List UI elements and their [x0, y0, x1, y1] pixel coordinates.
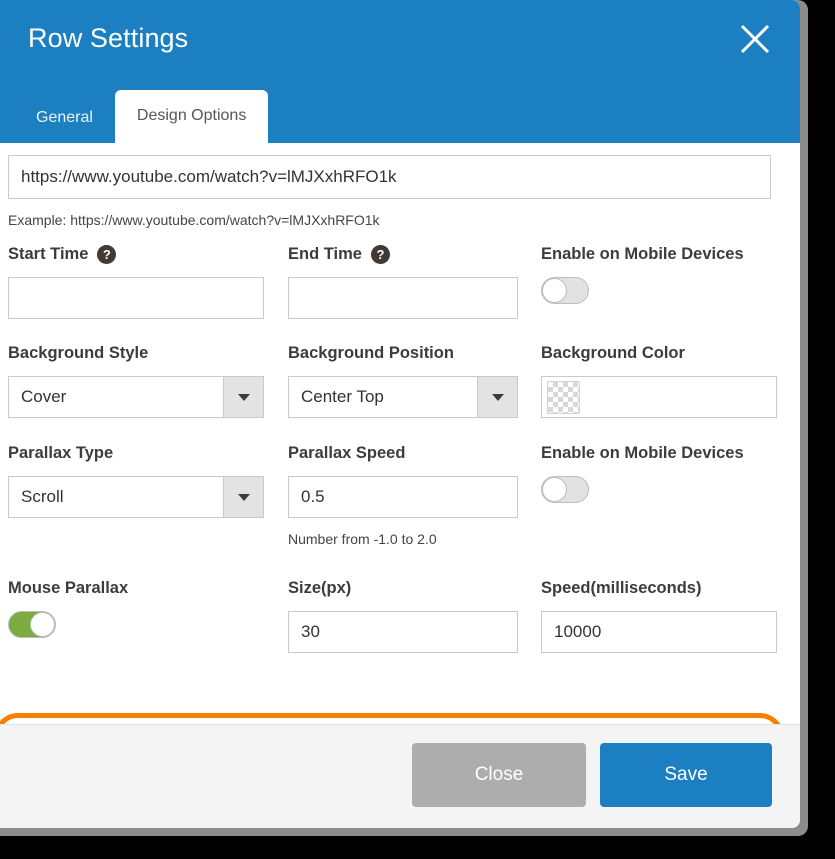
close-button[interactable]: Close [412, 743, 586, 807]
toggle-knob [542, 278, 567, 303]
save-button[interactable]: Save [600, 743, 772, 807]
chevron-down-icon [223, 477, 263, 517]
background-position-group: Background Position Center Top [288, 344, 518, 418]
mouse-parallax-speed-input[interactable] [541, 611, 777, 653]
mouse-parallax-size-input[interactable] [288, 611, 518, 653]
mouse-parallax-toggle[interactable] [8, 611, 56, 638]
row-settings-modal: Row Settings General Design Options Exam… [0, 0, 800, 828]
background-style-select[interactable]: Cover [8, 376, 264, 418]
parallax-type-label: Parallax Type [8, 444, 114, 462]
enable-mobile-parallax-toggle[interactable] [541, 476, 589, 503]
background-style-value: Cover [21, 387, 67, 406]
question-mark-icon[interactable]: ? [97, 245, 117, 264]
mouse-parallax-group: Mouse Parallax [8, 579, 264, 638]
start-time-group: Start Time ? [8, 245, 264, 319]
modal-header: Row Settings General Design Options [0, 0, 800, 143]
end-time-input[interactable] [288, 277, 518, 319]
chevron-down-icon [477, 377, 517, 417]
mouse-parallax-row: Mouse Parallax Size(px) Speed(millisecon… [8, 579, 778, 679]
mouse-parallax-speed-label: Speed(milliseconds) [541, 579, 702, 597]
mouse-parallax-size-group: Size(px) [288, 579, 518, 653]
parallax-settings-row: Parallax Type Scroll Parallax Speed Numb… [8, 444, 778, 554]
parallax-speed-label: Parallax Speed [288, 444, 406, 462]
background-position-label: Background Position [288, 344, 454, 362]
end-time-label: End Time ? [288, 245, 518, 264]
toggle-knob [30, 612, 55, 637]
background-position-select[interactable]: Center Top [288, 376, 518, 418]
tab-design-options[interactable]: Design Options [114, 90, 269, 143]
tab-general[interactable]: General [14, 95, 115, 143]
enable-mobile-parallax-group: Enable on Mobile Devices [541, 444, 777, 503]
enable-mobile-video-group: Enable on Mobile Devices [541, 245, 777, 304]
question-mark-icon[interactable]: ? [370, 245, 390, 264]
parallax-type-value: Scroll [21, 487, 64, 506]
background-settings-row: Background Style Cover Background Positi… [8, 344, 778, 424]
enable-mobile-video-label: Enable on Mobile Devices [541, 245, 744, 263]
video-url-hint: Example: https://www.youtube.com/watch?v… [8, 212, 380, 228]
start-time-label: Start Time ? [8, 245, 264, 264]
time-settings-row: Start Time ? End Time ? Enable on Mobile… [8, 245, 778, 325]
toggle-knob [542, 477, 567, 502]
tab-bar: General Design Options [14, 90, 269, 143]
mouse-parallax-speed-group: Speed(milliseconds) [541, 579, 777, 653]
start-time-label-text: Start Time [8, 245, 89, 263]
mouse-parallax-size-label: Size(px) [288, 579, 352, 597]
close-icon[interactable] [738, 22, 772, 56]
modal-body: Example: https://www.youtube.com/watch?v… [0, 143, 800, 828]
background-position-value: Center Top [301, 387, 384, 406]
parallax-speed-input[interactable] [288, 476, 518, 518]
background-style-label: Background Style [8, 344, 149, 362]
chevron-down-icon [223, 377, 263, 417]
background-color-label: Background Color [541, 344, 685, 362]
start-time-input[interactable] [8, 277, 264, 319]
background-style-group: Background Style Cover [8, 344, 264, 418]
enable-mobile-video-toggle[interactable] [541, 277, 589, 304]
enable-mobile-parallax-label: Enable on Mobile Devices [541, 444, 744, 462]
mouse-parallax-label: Mouse Parallax [8, 579, 129, 597]
color-swatch-icon [547, 380, 580, 414]
modal-footer: Close Save [0, 724, 800, 828]
page-title: Row Settings [28, 23, 189, 53]
parallax-speed-group: Parallax Speed Number from -1.0 to 2.0 [288, 444, 518, 547]
parallax-speed-hint: Number from -1.0 to 2.0 [288, 531, 437, 547]
end-time-group: End Time ? [288, 245, 518, 319]
background-color-group: Background Color [541, 344, 777, 418]
parallax-type-group: Parallax Type Scroll [8, 444, 264, 518]
video-url-input[interactable] [8, 155, 771, 199]
video-url-field-group: Example: https://www.youtube.com/watch?v… [8, 155, 771, 228]
parallax-type-select[interactable]: Scroll [8, 476, 264, 518]
background-color-picker[interactable] [541, 376, 777, 418]
end-time-label-text: End Time [288, 245, 362, 263]
